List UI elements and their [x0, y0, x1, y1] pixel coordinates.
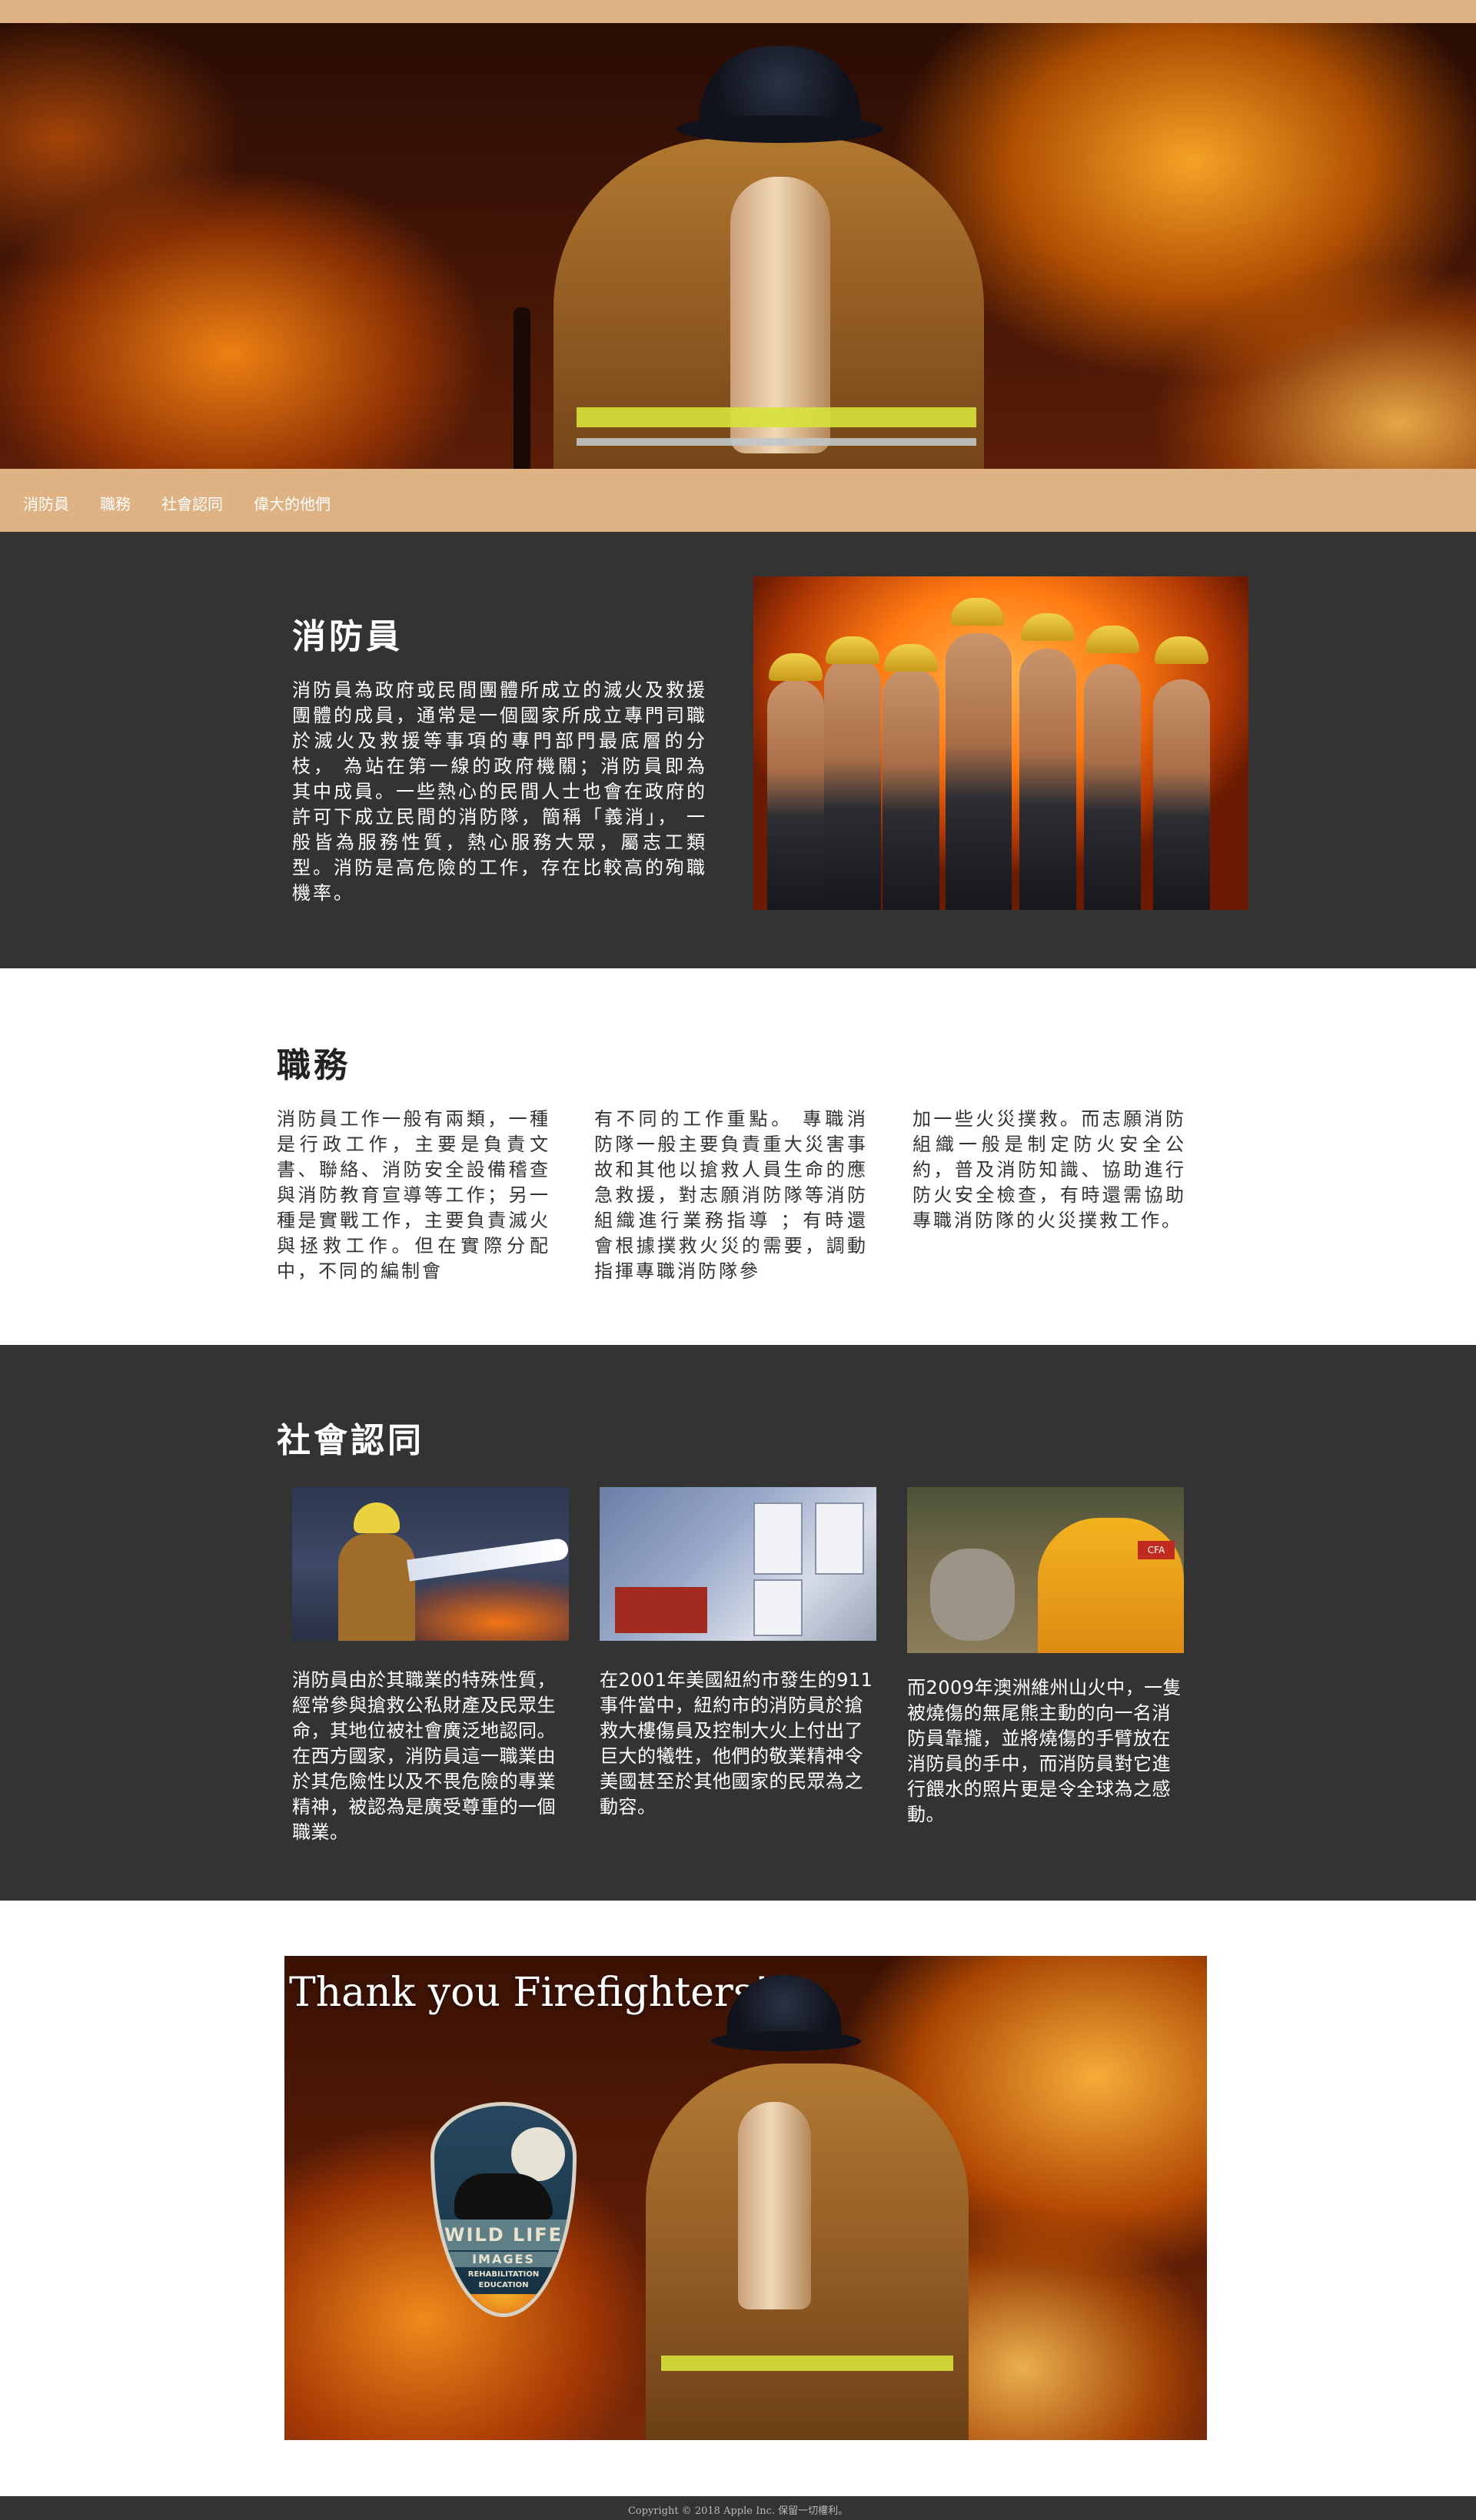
footer: Copyright © 2018 Apple Inc. 保留一切權利。: [0, 2496, 1476, 2520]
nav-item-firefighter[interactable]: 消防員: [23, 492, 69, 514]
crew-member: [883, 668, 939, 910]
duties-column-2: 有不同的工作重點。 專職消防隊一般主要負責重大災害事故和其他以搶救人員生命的應急…: [594, 1108, 868, 1282]
top-accent-strip: [0, 0, 1476, 23]
thanks-banner-image: Thank you Firefighters! WILD LIFE IMAGES…: [284, 1956, 1207, 2440]
logo-ribbon-subtitle: IMAGES: [450, 2252, 557, 2267]
nav-item-recognition[interactable]: 社會認同: [161, 492, 223, 514]
recognition-card-1-text: 消防員由於其職業的特殊性質，經常參與搶救公私財產及民眾生命，其地位被社會廣泛地認…: [292, 1669, 556, 1843]
crew-helmet: [826, 636, 879, 664]
photo-koala-firefighter: CFA: [907, 1487, 1184, 1653]
hero-axe: [514, 307, 530, 469]
crew-helmet: [1155, 636, 1208, 664]
wildlife-images-logo: WILD LIFE IMAGES REHABILITATION EDUCATIO…: [430, 2102, 577, 2317]
nav-item-duties[interactable]: 職務: [100, 492, 131, 514]
crew-member: [1153, 679, 1210, 910]
banner-title: Thank you Firefighters!: [289, 1970, 770, 2016]
koala-firefighter-jacket: [1038, 1518, 1184, 1653]
logo-line-education: EDUCATION: [478, 2281, 529, 2289]
section-duties-title: 職務: [277, 1046, 351, 1085]
crew-helmet: [884, 644, 938, 672]
recognition-card-2-text: 在2001年美國紐約市發生的911事件當中，紐約市的消防員於搶救大樓傷員及控制大…: [600, 1669, 873, 1818]
koala: [930, 1549, 1015, 1641]
crew-member: [946, 633, 1012, 910]
section-intro-text: 消防員為政府或民間團體所成立的滅火及救援團體的成員，通常是一個國家所成立專門司職…: [292, 679, 707, 904]
building-window: [753, 1502, 803, 1575]
firefighter-crew-photo: [753, 576, 1248, 910]
section-recognition-title: 社會認同: [277, 1421, 424, 1460]
nav-item-heroes[interactable]: 偉大的他們: [254, 492, 331, 514]
water-stream: [407, 1537, 569, 1582]
section-thanks: Thank you Firefighters! WILD LIFE IMAGES…: [0, 1901, 1476, 2496]
crew-helmet: [1021, 613, 1075, 641]
section-intro-title: 消防員: [292, 617, 403, 656]
hero-reflective-stripe-2: [577, 438, 976, 446]
section-duties: 職務 消防員工作一般有兩類，一種是行政工作，主要是負責文書、聯絡、消防安全設備稽…: [0, 968, 1476, 1345]
duties-column-3: 加一些火災撲救。而志願消防組織一般是制定防火安全公約，普及消防知識、協助進行防火…: [913, 1108, 1186, 1231]
crew-member: [824, 656, 881, 910]
photo-building-rescue: [600, 1487, 876, 1641]
crew-helmet: [950, 598, 1004, 626]
banner-helmet-brim: [711, 2031, 861, 2051]
banner-air-tank: [738, 2102, 811, 2309]
hose-helmet: [354, 1502, 400, 1533]
crew-helmet: [1085, 626, 1139, 653]
photo-firefighter-hose: [292, 1487, 569, 1641]
recognition-card-3-text: 而2009年澳洲維州山火中，一隻被燒傷的無尾熊主動的向一名消防員靠攏，並將燒傷的…: [907, 1677, 1182, 1825]
main-nav: 消防員 職務 社會認同 偉大的他們: [0, 469, 1476, 532]
logo-fire-icon: [454, 2294, 554, 2313]
hose-firefighter: [338, 1533, 415, 1641]
cfa-badge: CFA: [1138, 1541, 1175, 1559]
banner-reflective-stripe: [661, 2356, 953, 2371]
hero-helmet-brim: [676, 115, 884, 143]
building-window: [815, 1502, 864, 1575]
crew-member: [1084, 664, 1141, 910]
fire-truck: [615, 1587, 707, 1633]
hero-banner-image: [0, 23, 1476, 469]
crew-helmet: [769, 653, 823, 681]
footer-copyright: Copyright © 2018 Apple Inc. 保留一切權利。: [627, 2505, 849, 2517]
logo-line-rehabilitation: REHABILITATION: [467, 2270, 540, 2279]
building-window: [753, 1579, 803, 1636]
logo-ribbon-title: WILD LIFE: [434, 2220, 573, 2250]
hero-reflective-stripe: [577, 407, 976, 427]
section-recognition: 社會認同 消防員由於其職業的特殊性質，經常參與搶救公私財產及民眾生命，其地位被社…: [0, 1345, 1476, 1901]
crew-member: [767, 679, 824, 910]
crew-member: [1019, 649, 1076, 910]
section-intro: 消防員 消防員為政府或民間團體所成立的滅火及救援團體的成員，通常是一個國家所成立…: [0, 532, 1476, 968]
duties-column-1: 消防員工作一般有兩類，一種是行政工作，主要是負責文書、聯絡、消防安全設備稽查與消…: [277, 1108, 550, 1282]
